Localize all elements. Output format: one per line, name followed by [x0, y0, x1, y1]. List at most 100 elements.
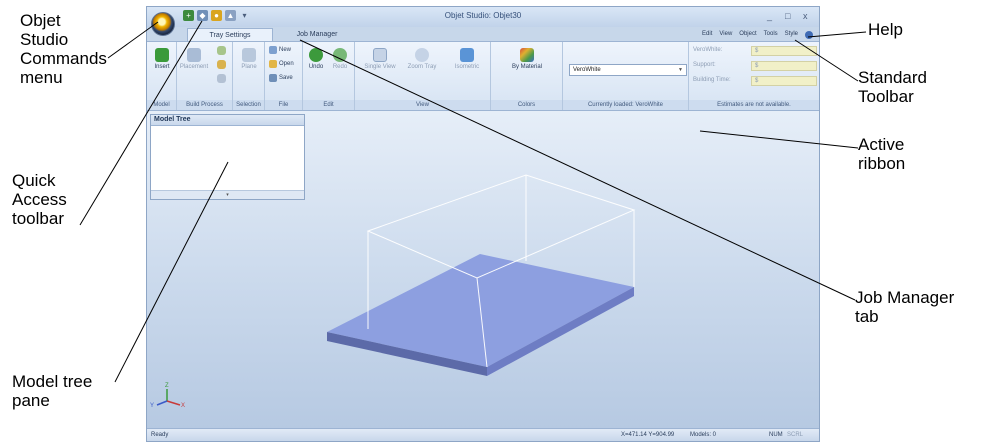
menu-style[interactable]: Style	[785, 31, 798, 39]
status-scrl: SCRL	[787, 432, 804, 438]
estimate-label: Building Time:	[693, 77, 731, 83]
single-view-button[interactable]: Single View	[363, 48, 397, 70]
status-models: Models: 0	[690, 432, 717, 438]
build-tool-button[interactable]	[213, 46, 229, 57]
chevron-down-icon: ▼	[678, 67, 683, 73]
callout-line: Toolbar	[858, 87, 914, 106]
zoom-tray-icon	[415, 48, 429, 62]
open-button[interactable]: Open	[269, 60, 294, 68]
plane-icon	[242, 48, 256, 62]
callout-line: Access	[12, 190, 67, 209]
callout-line: Commands	[20, 49, 107, 68]
undo-button[interactable]: Undo	[305, 48, 327, 70]
build-tool-icon	[216, 60, 226, 69]
callout-active-ribbon: Active ribbon	[858, 135, 905, 173]
status-coords: X=471.14 Y=904.99	[621, 432, 675, 438]
zoom-tray-label: Zoom Tray	[407, 64, 437, 70]
redo-button[interactable]: Redo	[329, 48, 351, 70]
group-label: Colors	[491, 100, 562, 110]
plane-label: Plane	[241, 64, 257, 70]
svg-text:Z: Z	[165, 383, 169, 389]
estimate-label: VeroWhite:	[693, 47, 723, 53]
save-icon	[269, 74, 277, 82]
callout-job-manager-tab: Job Manager tab	[855, 288, 954, 326]
callout-line: Standard	[858, 68, 927, 87]
insert-button[interactable]: Insert	[149, 48, 175, 70]
estimate-label: Support:	[693, 62, 716, 68]
tab-job-manager[interactable]: Job Manager	[281, 28, 353, 41]
new-button[interactable]: New	[269, 46, 291, 54]
group-selection: Plane Selection	[233, 42, 265, 110]
isometric-cube-icon	[460, 48, 474, 62]
estimate-value: $	[751, 61, 817, 71]
plane-button[interactable]: Plane	[235, 48, 263, 70]
callout-model-tree: Model tree pane	[12, 372, 92, 410]
group-build-process: Placement Build Process	[177, 42, 233, 110]
group-label: File	[265, 100, 302, 110]
group-material: VeroWhite ▼ Currently loaded: VeroWhite	[563, 42, 689, 110]
help-icon[interactable]	[805, 31, 813, 39]
close-button[interactable]: x	[803, 11, 808, 21]
undo-label: Undo	[308, 64, 324, 70]
menu-view[interactable]: View	[719, 31, 732, 39]
by-material-label: By Material	[511, 64, 542, 70]
redo-label: Redo	[332, 64, 348, 70]
callout-quick-access: Quick Access toolbar	[12, 171, 67, 228]
callout-line: pane	[12, 391, 50, 410]
save-label: Save	[279, 75, 293, 81]
group-label: Edit	[303, 100, 354, 110]
menu-tools[interactable]: Tools	[764, 31, 778, 39]
callout-help: Help	[868, 20, 903, 39]
placement-quick-icon[interactable]: ◆	[197, 10, 208, 21]
estimate-value: $	[751, 46, 817, 56]
quick-access-toolbar: + ◆ ● ▲ ▾	[183, 10, 250, 23]
group-colors: By Material Colors	[491, 42, 563, 110]
settings-quick-icon[interactable]: ▲	[225, 10, 236, 21]
3d-viewport[interactable]: Z X Y Model Tree ▾	[147, 111, 819, 430]
model-tree-expander[interactable]: ▾	[151, 190, 304, 199]
zoom-tray-button[interactable]: Zoom Tray	[405, 48, 439, 70]
callout-line: Quick	[12, 171, 56, 190]
insert-quick-icon[interactable]: +	[183, 10, 194, 21]
objet-studio-orb-icon[interactable]	[151, 12, 175, 36]
xyz-axes-icon: Z X Y	[150, 383, 185, 409]
title-bar: Objet Studio: Objet30 + ◆ ● ▲ ▾ _ □ x	[147, 7, 819, 27]
model-tree-pane: Model Tree ▾	[150, 114, 305, 200]
group-label: Currently loaded: VeroWhite	[563, 100, 688, 110]
maximize-button[interactable]: □	[785, 11, 790, 21]
build-tool-button[interactable]	[213, 60, 229, 71]
group-label: Selection	[233, 100, 264, 110]
minimize-button[interactable]: _	[767, 11, 772, 21]
active-ribbon: Insert Model Placement Build Process Pla…	[147, 41, 819, 111]
build-tool-button[interactable]	[213, 74, 229, 85]
build-quick-icon[interactable]: ●	[211, 10, 222, 21]
group-label: Estimates are not available.	[689, 100, 819, 110]
status-ready: Ready	[151, 432, 169, 438]
callout-line: Job Manager	[855, 288, 955, 307]
by-material-button[interactable]: By Material	[507, 48, 547, 70]
menu-edit[interactable]: Edit	[702, 31, 712, 39]
estimate-value: $	[751, 76, 817, 86]
placement-button[interactable]: Placement	[179, 48, 209, 70]
open-label: Open	[279, 61, 294, 67]
customize-dropdown-icon[interactable]: ▾	[239, 10, 250, 21]
callout-commands-menu: Objet Studio Commands menu	[20, 11, 107, 87]
callout-line: Studio	[20, 30, 69, 49]
group-label: View	[355, 100, 490, 110]
save-button[interactable]: Save	[269, 74, 293, 82]
by-material-icon	[520, 48, 534, 62]
group-edit: Undo Redo Edit	[303, 42, 355, 110]
menu-object[interactable]: Object	[739, 31, 756, 39]
open-folder-icon	[269, 60, 277, 68]
material-select[interactable]: VeroWhite ▼	[569, 64, 687, 76]
callout-standard-toolbar: Standard Toolbar	[858, 68, 927, 106]
redo-icon	[333, 48, 347, 62]
group-view: Single View Zoom Tray Isometric View	[355, 42, 491, 110]
model-tree-title: Model Tree	[151, 115, 304, 126]
single-view-label: Single View	[364, 64, 396, 70]
callout-line: menu	[20, 68, 63, 87]
callout-line: Model tree	[12, 372, 93, 391]
tab-tray-settings[interactable]: Tray Settings	[187, 28, 273, 41]
callout-line: Objet	[20, 11, 61, 30]
isometric-button[interactable]: Isometric	[449, 48, 485, 70]
